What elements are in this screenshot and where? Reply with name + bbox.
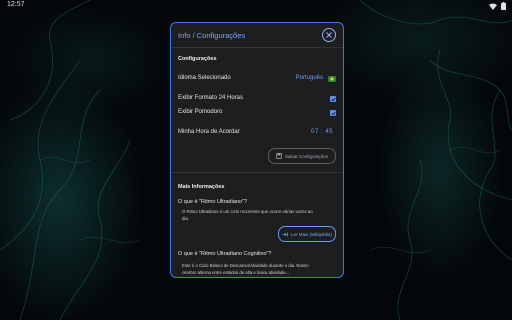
close-icon bbox=[326, 32, 332, 38]
answer-cognitive-line2: cérebro alterna entre estados de alta e … bbox=[182, 270, 290, 275]
status-bar: 12:57 bbox=[0, 0, 512, 12]
wake-time-picker[interactable]: 07 : 45 bbox=[311, 129, 333, 135]
save-settings-label: Salvar Configurações bbox=[284, 153, 329, 159]
pomodoro-label: Exibir Pomodoro bbox=[178, 109, 223, 115]
navigation-bar bbox=[0, 310, 512, 320]
format24-checkbox[interactable] bbox=[330, 96, 336, 102]
question-ultradian: O que é "Ritmo Ultradiano"? bbox=[178, 199, 248, 205]
info-settings-dialog: Info / Configurações Configurações Idiom… bbox=[170, 22, 344, 278]
wake-minute: 45 bbox=[325, 129, 333, 135]
section-divider bbox=[171, 172, 343, 173]
status-icons bbox=[489, 2, 506, 10]
question-cognitive-ultradian: O que é "Ritmo Ultradiano Cognitivo"? bbox=[178, 251, 272, 257]
wake-time-label: Minha Hora de Acordar bbox=[178, 129, 240, 135]
language-label: Idioma Selecionado bbox=[178, 75, 231, 81]
save-settings-button[interactable]: Salvar Configurações bbox=[268, 148, 336, 164]
settings-heading: Configurações bbox=[178, 56, 217, 62]
read-more-label: Ler Mais (Wikipédia) bbox=[290, 231, 332, 237]
battery-icon bbox=[501, 2, 506, 10]
wifi-icon bbox=[489, 3, 497, 10]
checkmark-icon bbox=[330, 97, 336, 101]
wake-separator: : bbox=[320, 129, 324, 135]
answer-cognitive-line1: Este é o Ciclo Básico de Descanso/Ativid… bbox=[182, 263, 309, 268]
pomodoro-checkbox[interactable] bbox=[330, 110, 336, 116]
close-button[interactable] bbox=[322, 28, 336, 42]
format24-label: Exibir Formato 24 Horas bbox=[178, 95, 244, 101]
answer-ultradian-line1: O Ritmo Ultradiano é um ciclo recorrente… bbox=[182, 209, 313, 214]
brazil-flag-icon bbox=[328, 76, 336, 82]
save-icon bbox=[276, 153, 282, 159]
external-link-icon bbox=[282, 232, 288, 236]
more-info-heading: Mais Informações bbox=[178, 184, 225, 190]
dialog-header: Info / Configurações bbox=[171, 23, 343, 48]
checkmark-icon bbox=[330, 111, 336, 115]
answer-ultradian-line2: dia. bbox=[182, 216, 189, 221]
status-time: 12:57 bbox=[7, 1, 25, 8]
dialog-title: Info / Configurações bbox=[178, 31, 246, 40]
read-more-wikipedia-button[interactable]: Ler Mais (Wikipédia) bbox=[278, 226, 336, 242]
wake-hour: 07 bbox=[311, 129, 319, 135]
language-selector[interactable]: Português bbox=[296, 75, 323, 81]
